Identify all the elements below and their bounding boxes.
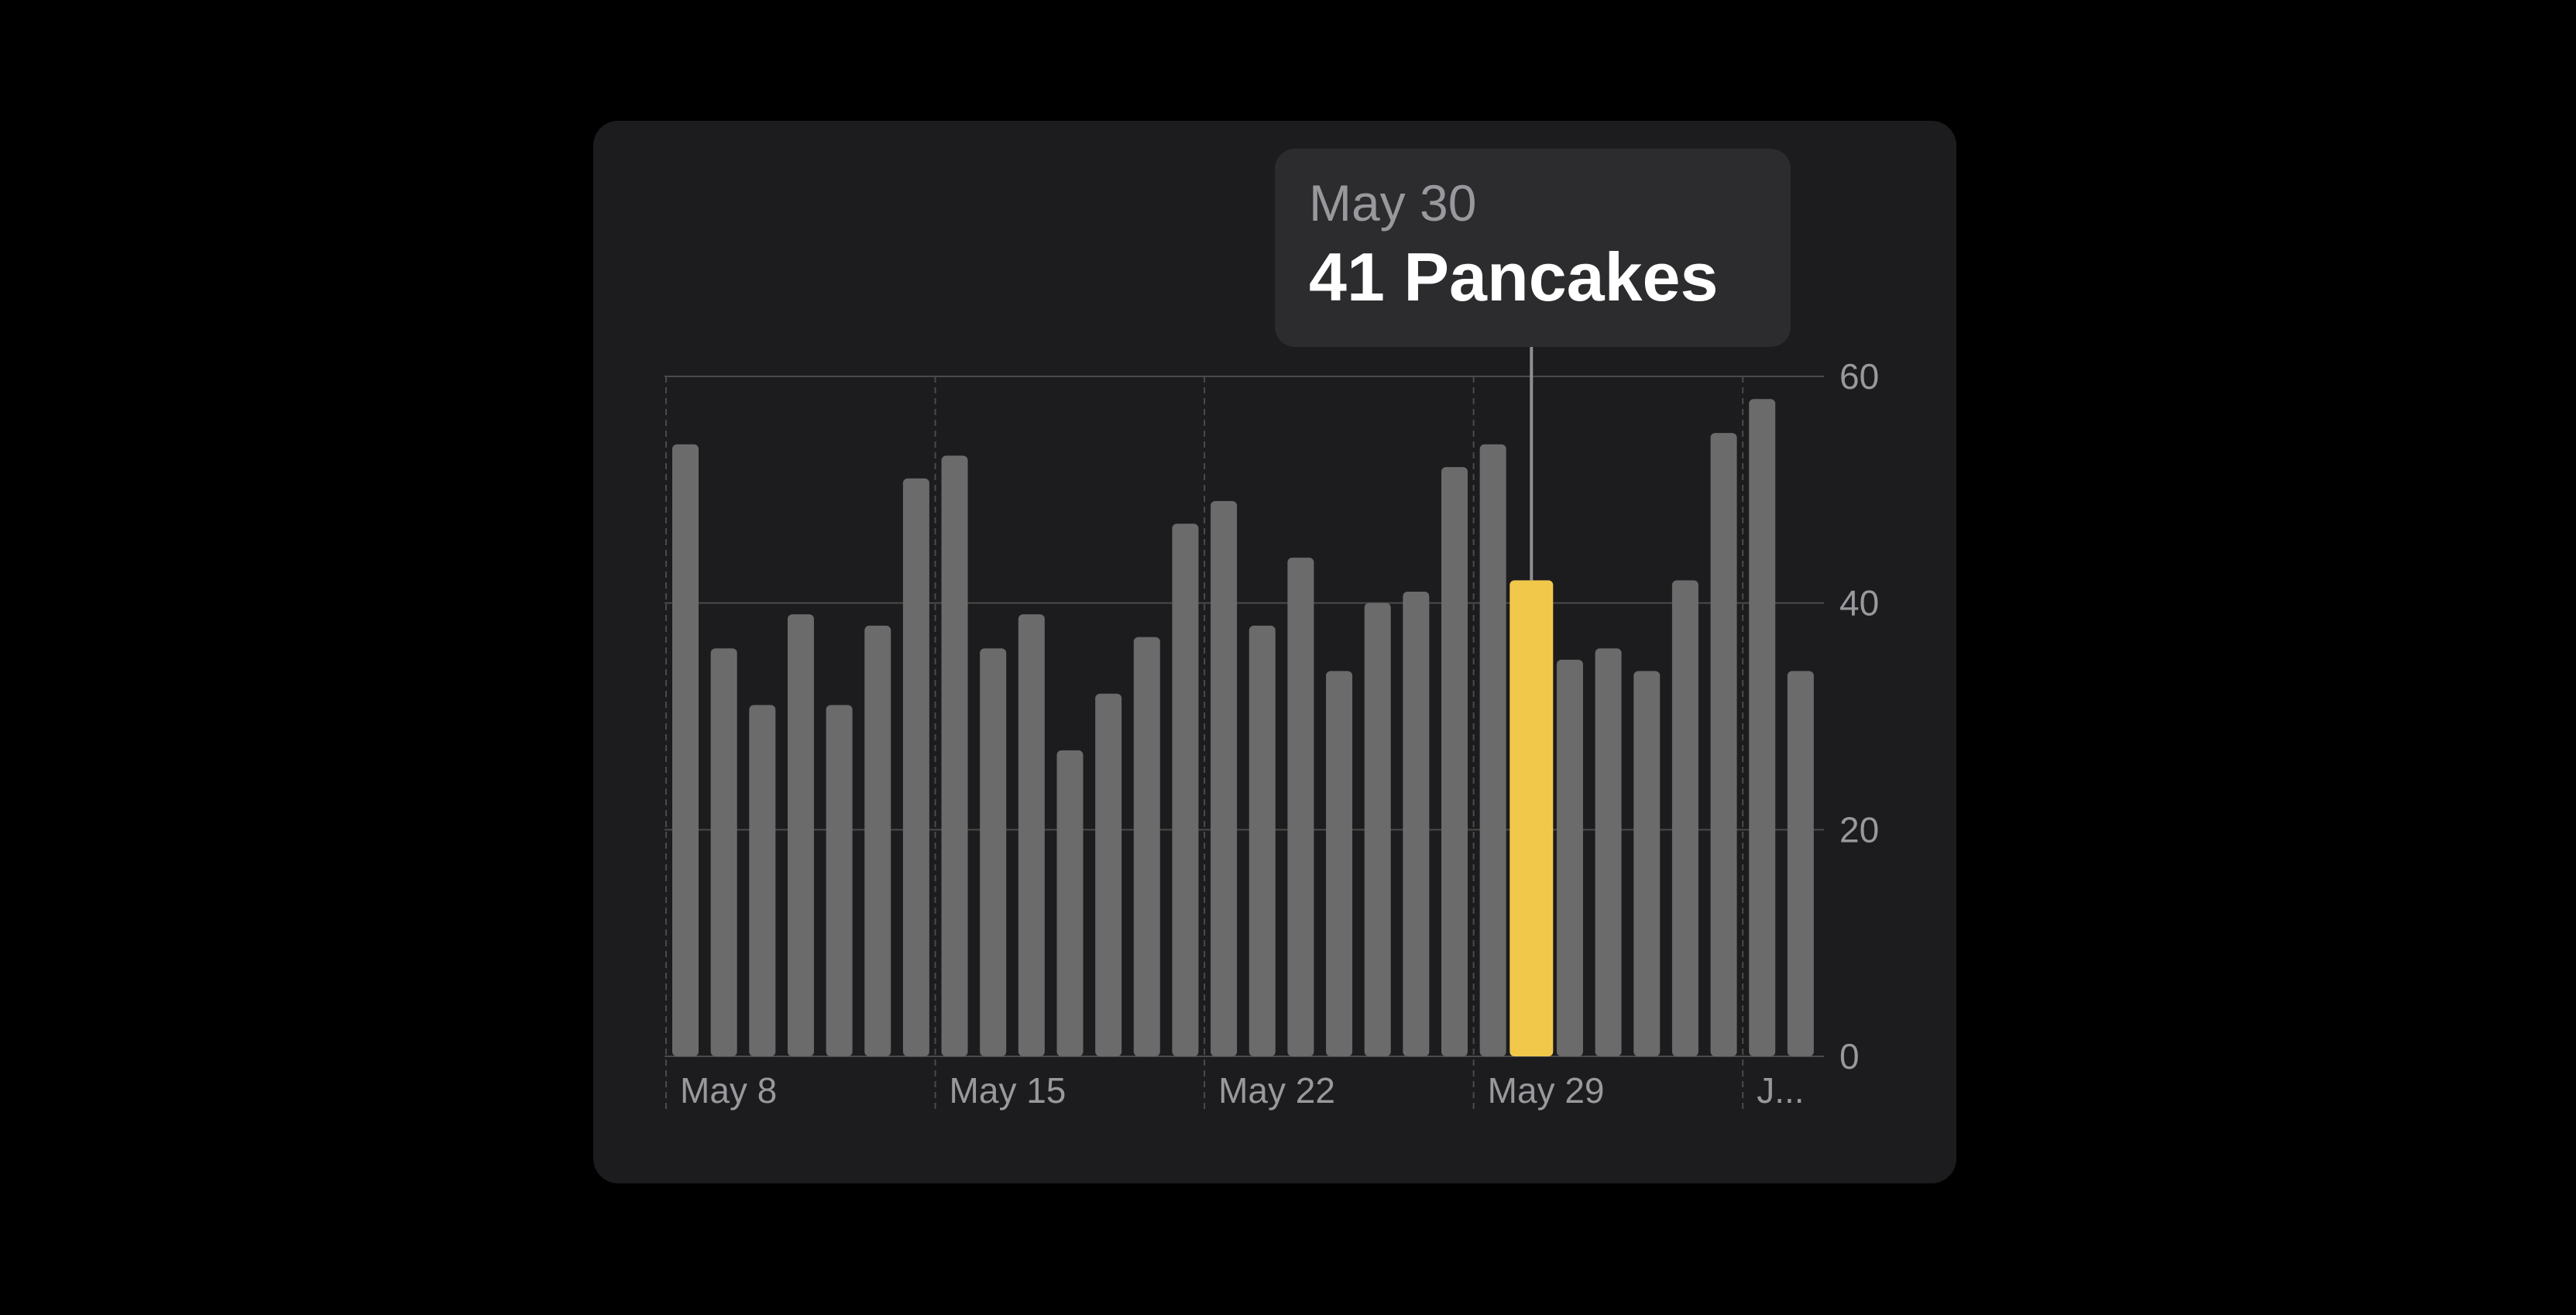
bar-25 <box>1633 671 1661 1056</box>
bar-16 <box>1287 558 1314 1056</box>
bar-11 <box>1095 693 1122 1056</box>
bar-20 <box>1441 467 1468 1056</box>
bar-5 <box>864 625 891 1056</box>
bar-10 <box>1056 750 1084 1056</box>
bar-21 <box>1479 444 1506 1056</box>
bar-23 <box>1556 659 1583 1056</box>
bar-8 <box>980 648 1007 1056</box>
bar-12 <box>1133 637 1160 1056</box>
y-tick-label-40: 40 <box>1839 583 1879 623</box>
bar-3 <box>787 614 814 1056</box>
y-tick-label-0: 0 <box>1839 1036 1860 1076</box>
bar-9 <box>1018 614 1045 1056</box>
bar-29 <box>1787 671 1814 1056</box>
bar-17 <box>1326 671 1353 1056</box>
bar-26 <box>1671 580 1698 1056</box>
bar-15 <box>1249 625 1276 1056</box>
y-tick-label-20: 20 <box>1839 809 1879 850</box>
x-axis-ticks: May 8 May 15 May 22 May 29 J... <box>680 1070 1805 1111</box>
bar-7 <box>941 455 968 1056</box>
bar-6 <box>902 478 929 1056</box>
tooltip-unit: Pancakes <box>1403 239 1719 315</box>
bar-1 <box>710 648 737 1056</box>
bar-0 <box>672 444 699 1056</box>
bar-27 <box>1710 433 1737 1056</box>
bar-24 <box>1595 648 1622 1056</box>
bar-highlighted <box>1510 580 1554 1056</box>
bar-2 <box>749 705 776 1056</box>
bar-4 <box>826 705 853 1056</box>
bar-18 <box>1364 603 1391 1056</box>
x-tick-label-0: May 8 <box>680 1070 777 1111</box>
stage: 0 20 40 60 May 8 May 15 May 22 May 29 J... May … <box>0 0 2576 1315</box>
bar-28 <box>1749 399 1776 1056</box>
tooltip-value-line: 41 Pancakes <box>1309 237 1791 318</box>
x-tick-label-4: J... <box>1757 1070 1804 1111</box>
bar-13 <box>1172 524 1199 1056</box>
bar-19 <box>1403 592 1430 1056</box>
tooltip-date: May 30 <box>1309 174 1477 232</box>
x-tick-label-3: May 29 <box>1488 1070 1605 1111</box>
bar-14 <box>1211 500 1238 1056</box>
y-tick-label-60: 60 <box>1839 356 1879 397</box>
selection-tooltip: May 30 41 Pancakes <box>1275 149 1791 347</box>
y-axis-ticks: 0 20 40 60 <box>1839 356 1879 1076</box>
x-tick-label-2: May 22 <box>1218 1070 1335 1111</box>
x-tick-label-1: May 15 <box>950 1070 1066 1111</box>
tooltip-value: 41 <box>1309 239 1385 315</box>
bar-layer <box>672 399 1814 1056</box>
